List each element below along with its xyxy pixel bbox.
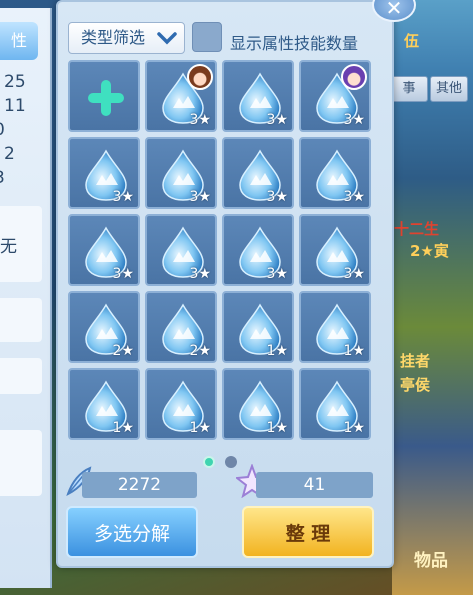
spirit-item-slot[interactable]: 3★: [299, 214, 371, 286]
page-dot-1[interactable]: [203, 456, 215, 468]
star-level: 3★: [343, 189, 365, 205]
star-level: 3★: [189, 189, 211, 205]
spirit-item-slot[interactable]: 3★: [145, 214, 217, 286]
spirit-item-slot[interactable]: 1★: [222, 368, 294, 440]
bg-text-team: 伍: [404, 32, 420, 50]
left-box-2: [0, 298, 42, 342]
star-level: 3★: [266, 266, 288, 282]
spirit-item-slot[interactable]: 3★: [145, 60, 217, 132]
star-level: 1★: [266, 420, 288, 436]
bg-text-marquis: 亭侯: [400, 376, 431, 394]
left-tab-attributes[interactable]: 性: [0, 22, 38, 60]
spirit-item-slot[interactable]: 3★: [222, 60, 294, 132]
spirit-item-slot[interactable]: 3★: [222, 214, 294, 286]
stat-value-4: 2: [4, 144, 15, 164]
item-grid: 3★ 3★ 3★ 3★ 3★ 3★ 3★ 3★ 3★ 3★ 3★ 2★ 2★ 1★ 1★ 1★ 1★ 1★ 1★: [68, 60, 375, 442]
bg-text-zodiac: 十二生: [394, 220, 440, 238]
star-level: 1★: [343, 343, 365, 359]
bg-tab-other[interactable]: 其他: [430, 76, 468, 102]
spirit-item-slot[interactable]: 1★: [299, 291, 371, 363]
spirit-item-slot[interactable]: 2★: [68, 291, 140, 363]
spirit-item-slot[interactable]: 3★: [68, 137, 140, 209]
spirit-item-slot[interactable]: 1★: [299, 368, 371, 440]
star-level: 1★: [266, 343, 288, 359]
spirit-item-slot[interactable]: 3★: [222, 137, 294, 209]
star-level: 3★: [112, 189, 134, 205]
spirit-item-slot[interactable]: 3★: [299, 137, 371, 209]
spirit-item-slot[interactable]: 1★: [68, 368, 140, 440]
show-attribute-count-checkbox[interactable]: [192, 22, 222, 52]
star-level: 2★: [112, 343, 134, 359]
left-stats-panel: 性 25 11 0 2 3 无: [0, 8, 52, 588]
star-level: 3★: [343, 112, 365, 128]
stat-value-5: 3: [0, 168, 5, 188]
add-slot[interactable]: [68, 60, 140, 132]
close-icon: ✕: [385, 0, 403, 20]
multi-decompose-button[interactable]: 多选分解: [66, 506, 198, 558]
bg-text-challenger: 挂者: [400, 352, 431, 370]
star-level: 3★: [112, 266, 134, 282]
stat-value-3: 0: [0, 120, 5, 140]
spirit-item-slot[interactable]: 1★: [145, 368, 217, 440]
star-level: 1★: [343, 420, 365, 436]
left-box-3: [0, 358, 42, 394]
owner-avatar: [187, 64, 213, 90]
star-level: 3★: [266, 189, 288, 205]
star-level: 1★: [189, 420, 211, 436]
spirit-item-slot[interactable]: 3★: [145, 137, 217, 209]
plus-icon: [84, 76, 128, 120]
filter-label: 类型筛选: [81, 28, 146, 47]
type-filter-dropdown[interactable]: 类型筛选: [68, 22, 185, 54]
star-level: 3★: [189, 266, 211, 282]
skill-value: 无: [0, 237, 17, 257]
background-scene: 伍 事 其他 十二生 2★寅 挂者 亭侯 物品: [390, 0, 473, 595]
bg-text-rank: 2★寅: [410, 242, 449, 260]
spirit-item-slot[interactable]: 2★: [145, 291, 217, 363]
spirit-item-slot[interactable]: 1★: [222, 291, 294, 363]
stat-value-1: 25: [4, 72, 26, 92]
star-level: 3★: [189, 112, 211, 128]
owner-avatar: [341, 64, 367, 90]
left-box-4: [0, 430, 42, 496]
bg-text-items: 物品: [414, 551, 448, 571]
star-level: 1★: [112, 420, 134, 436]
crystal-count: 41: [256, 472, 373, 498]
stat-value-2: 11: [4, 96, 26, 116]
star-level: 3★: [343, 266, 365, 282]
star-level: 2★: [189, 343, 211, 359]
sort-button[interactable]: 整 理: [242, 506, 374, 558]
spirit-item-slot[interactable]: 3★: [68, 214, 140, 286]
chevron-down-icon: [156, 23, 178, 63]
skill-value-box: 无: [0, 206, 42, 282]
show-attribute-count-label: 显示属性技能数量: [230, 34, 359, 53]
spirit-item-slot[interactable]: 3★: [299, 60, 371, 132]
bg-tab-affairs[interactable]: 事: [390, 76, 428, 102]
feather-count: 2272: [82, 472, 197, 498]
star-level: 3★: [266, 112, 288, 128]
